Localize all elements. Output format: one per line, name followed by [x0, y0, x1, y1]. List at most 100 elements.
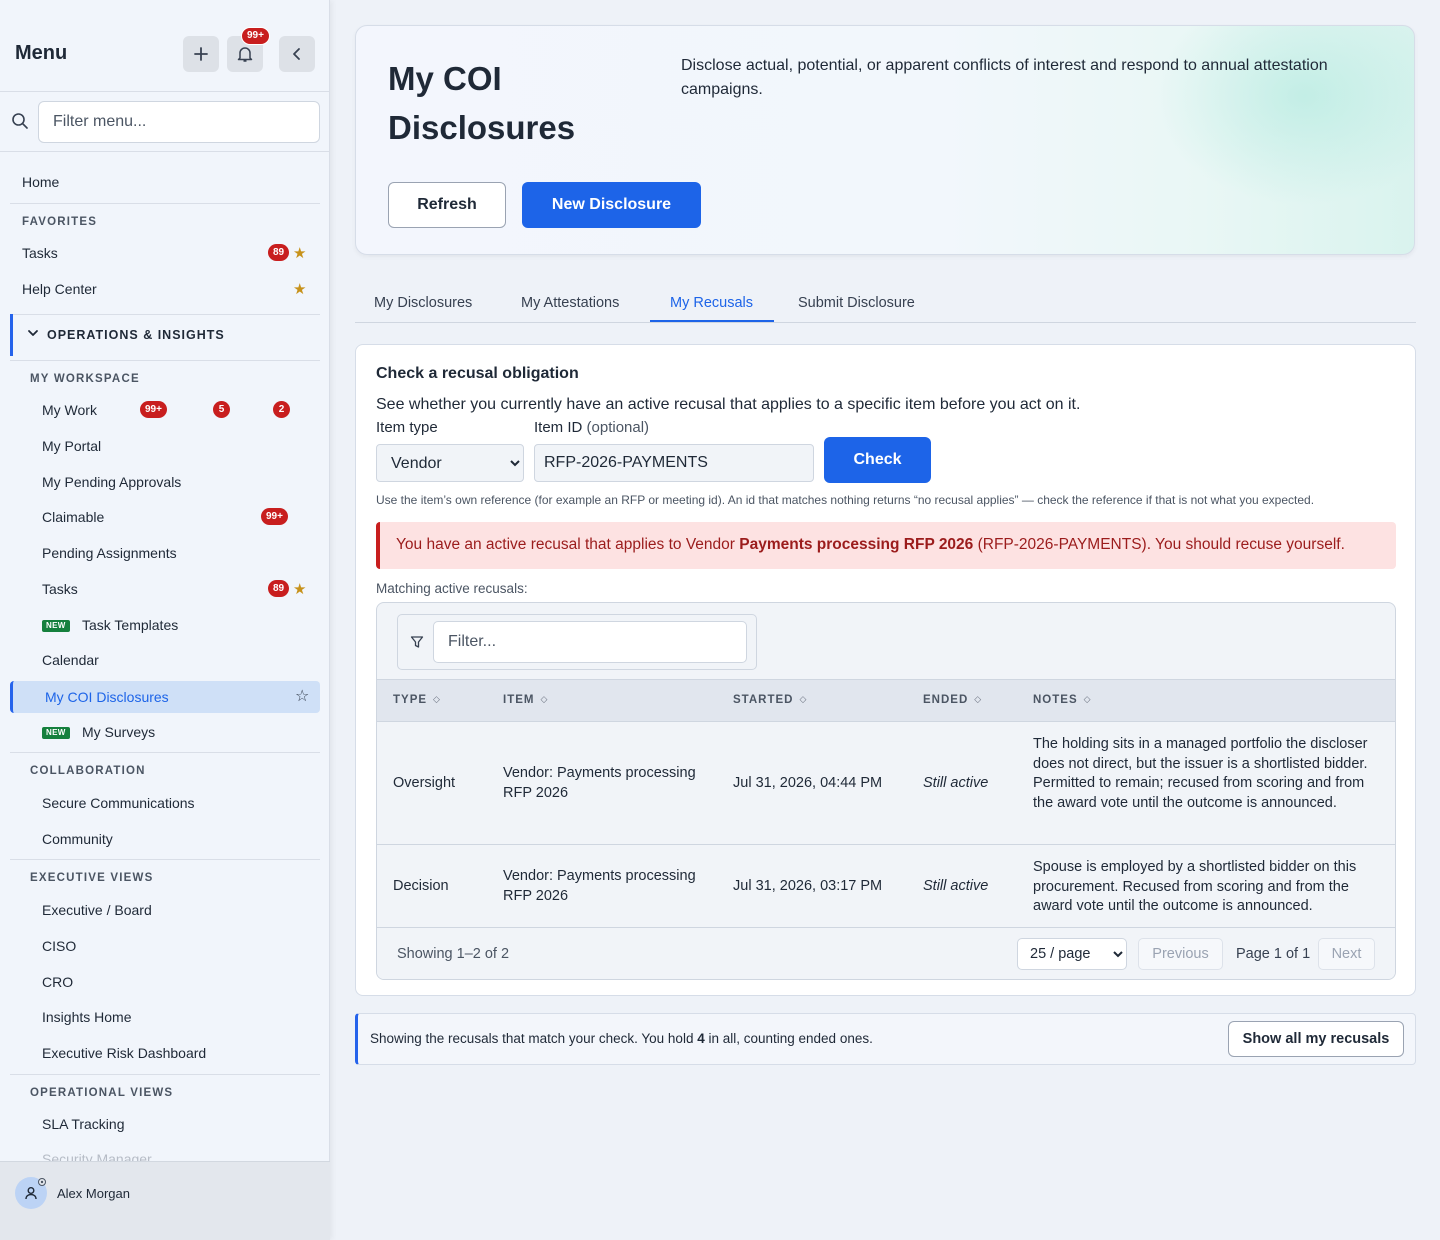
table-row[interactable]: Decision Vendor: Payments processing RFP… — [377, 845, 1395, 928]
sidebar-item-label: Calendar — [42, 652, 99, 668]
sidebar-item-my-pending-approvals[interactable]: My Pending Approvals — [0, 465, 330, 499]
collaboration-heading: COLLABORATION — [30, 765, 146, 777]
nav-home[interactable]: Home — [0, 165, 330, 199]
sidebar-item-label: My Pending Approvals — [42, 474, 182, 490]
tab-my-disclosures[interactable]: My Disclosures — [374, 295, 472, 311]
sidebar-item-my-coi-disclosures[interactable]: My COI Disclosures ☆ — [10, 681, 320, 713]
recusal-alert: You have an active recusal that applies … — [376, 522, 1396, 569]
divider — [10, 752, 320, 753]
cell-notes: Spouse is employed by a shortlisted bidd… — [1033, 859, 1357, 914]
table-row[interactable]: Oversight Vendor: Payments processing RF… — [377, 722, 1395, 845]
column-header-notes[interactable]: NOTES ◇ — [1033, 694, 1092, 706]
tab-my-recusals[interactable]: My Recusals — [670, 295, 753, 311]
column-header-label: ENDED — [923, 694, 969, 706]
sidebar-item-insights-home[interactable]: Insights Home — [0, 1000, 330, 1034]
refresh-button[interactable]: Refresh — [388, 182, 506, 228]
sidebar-item-ciso[interactable]: CISO — [0, 929, 330, 963]
sidebar-item-tasks[interactable]: Tasks 89 ★ — [0, 572, 330, 606]
sidebar-item-sla-tracking[interactable]: SLA Tracking — [0, 1107, 330, 1141]
item-id-label-text: Item ID — [534, 419, 583, 436]
table-filter-input[interactable] — [433, 621, 747, 663]
sidebar-item-label: Pending Assignments — [42, 545, 177, 561]
item-id-input[interactable] — [534, 444, 814, 482]
sidebar-item-label: My Work — [42, 402, 97, 418]
column-header-label: STARTED — [733, 694, 794, 706]
sidebar-item-label: Executive Risk Dashboard — [42, 1045, 207, 1061]
next-page-button[interactable]: Next — [1318, 938, 1375, 970]
sidebar-item-calendar[interactable]: Calendar — [0, 643, 330, 677]
sidebar-item-pending-assignments[interactable]: Pending Assignments — [0, 536, 330, 570]
column-header-item[interactable]: ITEM ◇ — [503, 694, 548, 706]
tab-my-attestations[interactable]: My Attestations — [521, 295, 619, 311]
tasks-count-badge: 89 — [268, 244, 290, 261]
sidebar-item-executive-risk-dashboard[interactable]: Executive Risk Dashboard — [0, 1036, 330, 1070]
star-icon[interactable]: ★ — [293, 280, 306, 298]
tab-bar: My Disclosures My Attestations My Recusa… — [355, 284, 1416, 323]
bell-icon — [237, 47, 253, 62]
new-tag: NEW — [42, 727, 70, 739]
cell-started: Jul 31, 2026, 04:44 PM — [733, 775, 883, 791]
alert-prefix: You have an active recusal that applies … — [396, 536, 740, 553]
page-info: Page 1 of 1 — [1236, 946, 1311, 962]
table-footer: Showing 1–2 of 2 25 / page Previous Page… — [377, 928, 1395, 979]
collapse-sidebar-button[interactable] — [279, 36, 315, 72]
sidebar-item-my-portal[interactable]: My Portal — [0, 429, 330, 463]
my-workspace-heading: MY WORKSPACE — [30, 373, 140, 385]
sidebar-item-label: Insights Home — [42, 1009, 132, 1025]
page-header: My COI Disclosures Disclose actual, pote… — [355, 25, 1415, 255]
group-operations-insights-label: OPERATIONS & INSIGHTS — [47, 328, 225, 342]
per-page-select[interactable]: 25 / page — [1017, 938, 1127, 970]
filter-icon — [410, 636, 424, 648]
add-button[interactable] — [183, 36, 219, 72]
star-icon[interactable]: ★ — [293, 580, 306, 598]
sidebar-item-label: Executive / Board — [42, 902, 152, 918]
star-icon[interactable]: ★ — [293, 244, 306, 262]
card-description: See whether you currently have an active… — [376, 396, 1081, 413]
item-id-label: Item ID (optional) — [534, 419, 649, 436]
show-all-recusals-button[interactable]: Show all my recusals — [1228, 1021, 1404, 1057]
column-header-ended[interactable]: ENDED ◇ — [923, 694, 982, 706]
header-decoration — [1154, 26, 1414, 206]
cell-type: Decision — [393, 878, 449, 894]
star-outline-icon[interactable]: ☆ — [295, 686, 309, 706]
group-operations-insights[interactable]: OPERATIONS & INSIGHTS — [10, 314, 320, 356]
notifications-badge: 99+ — [241, 27, 270, 45]
item-type-select[interactable]: Vendor — [376, 444, 524, 482]
sidebar-item-task-templates[interactable]: NEW Task Templates — [0, 608, 330, 642]
sidebar-title: Menu — [15, 42, 68, 64]
fav-help-center[interactable]: Help Center ★ — [0, 272, 330, 306]
sidebar-item-label: CISO — [42, 938, 77, 954]
sort-icon: ◇ — [433, 694, 441, 704]
user-profile[interactable]: Alex Morgan — [0, 1161, 330, 1240]
sidebar-item-label: Claimable — [42, 509, 105, 525]
divider — [10, 1074, 320, 1075]
divider — [10, 203, 320, 204]
fav-tasks[interactable]: Tasks 89 ★ — [0, 236, 330, 270]
sidebar-item-my-work[interactable]: My Work 99+ 5 2 — [0, 393, 330, 427]
column-header-type[interactable]: TYPE ◇ — [393, 694, 441, 706]
filter-menu-input[interactable] — [38, 101, 320, 143]
sidebar-item-secure-communications[interactable]: Secure Communications — [0, 786, 330, 820]
sidebar-item-claimable[interactable]: Claimable 99+ — [0, 500, 330, 534]
previous-page-button[interactable]: Previous — [1138, 938, 1223, 970]
sort-icon: ◇ — [799, 694, 808, 704]
table-header: TYPE ◇ ITEM ◇ STARTED ◇ ENDED ◇ NOTES ◇ — [377, 679, 1395, 722]
sidebar-item-security-manager[interactable]: Security Manager — [0, 1142, 330, 1162]
column-header-started[interactable]: STARTED ◇ — [733, 694, 807, 706]
chevron-left-icon — [293, 48, 300, 60]
sidebar-item-label: My COI Disclosures — [45, 689, 169, 705]
sidebar-item-executive-board[interactable]: Executive / Board — [0, 893, 330, 927]
sort-icon: ◇ — [1083, 694, 1092, 704]
alert-item: Payments processing RFP 2026 — [739, 536, 974, 553]
tab-submit-disclosure[interactable]: Submit Disclosure — [798, 295, 915, 311]
fav-help-center-label: Help Center — [22, 281, 97, 297]
item-id-hint: Use the item’s own reference (for exampl… — [376, 493, 1315, 507]
sidebar-item-cro[interactable]: CRO — [0, 965, 330, 999]
sidebar-item-community[interactable]: Community — [0, 822, 330, 856]
column-header-label: NOTES — [1033, 694, 1078, 706]
check-button[interactable]: Check — [824, 437, 931, 483]
sidebar-item-my-surveys[interactable]: NEW My Surveys — [0, 715, 330, 749]
cell-ended: Still active — [923, 878, 989, 894]
cell-started: Jul 31, 2026, 03:17 PM — [733, 878, 883, 894]
new-disclosure-button[interactable]: New Disclosure — [522, 182, 701, 228]
